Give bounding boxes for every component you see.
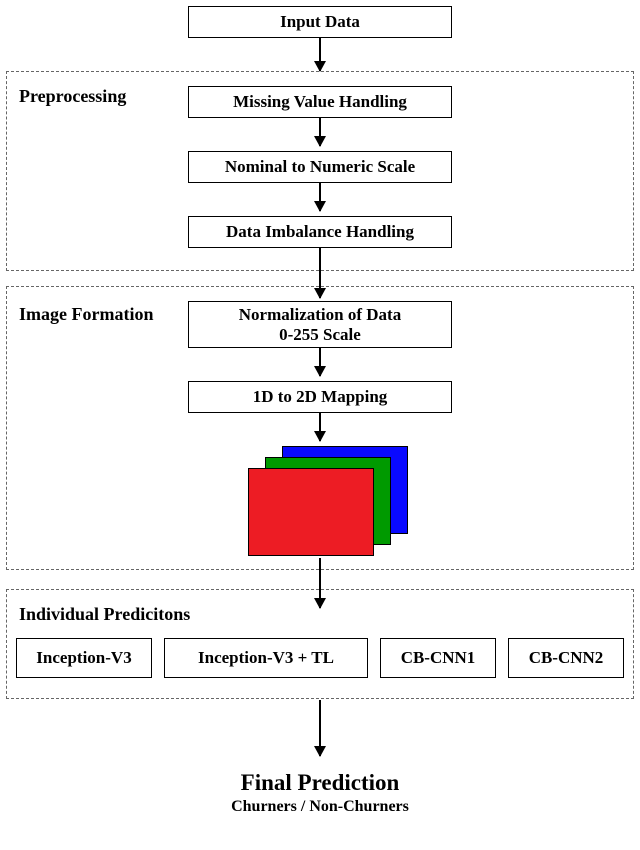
- rgb-image-stack-icon: [248, 446, 408, 556]
- model-inception-v3-tl: Inception-V3 + TL: [164, 638, 368, 678]
- step-normalization: Normalization of Data 0-255 Scale: [188, 301, 452, 348]
- final-prediction-subtitle: Churners / Non-Churners: [6, 798, 634, 816]
- arrow-if-2: [319, 413, 321, 441]
- model-cb-cnn1: CB-CNN1: [380, 638, 496, 678]
- model-cb-cnn2: CB-CNN2: [508, 638, 624, 678]
- step-imbalance: Data Imbalance Handling: [188, 216, 452, 248]
- arrow-if-1: [319, 348, 321, 376]
- step-missing-value: Missing Value Handling: [188, 86, 452, 118]
- section-label-preprocessing: Preprocessing: [19, 86, 126, 107]
- image-layer-red: [248, 468, 374, 556]
- arrow-input-to-preprocessing: [319, 38, 321, 71]
- model-inception-v3: Inception-V3: [16, 638, 152, 678]
- step-nominal-numeric: Nominal to Numeric Scale: [188, 151, 452, 183]
- step-1d-2d: 1D to 2D Mapping: [188, 381, 452, 413]
- section-label-individual-predictions: Individual Predicitons: [19, 604, 190, 625]
- arrow-pp-2: [319, 183, 321, 211]
- arrow-pred-to-final: [319, 700, 321, 756]
- input-data-box: Input Data: [188, 6, 452, 38]
- arrow-pp-1: [319, 118, 321, 146]
- flowchart-canvas: Input Data Preprocessing Missing Value H…: [6, 6, 634, 844]
- section-label-image-formation: Image Formation: [19, 304, 153, 325]
- final-prediction-title: Final Prediction: [6, 770, 634, 796]
